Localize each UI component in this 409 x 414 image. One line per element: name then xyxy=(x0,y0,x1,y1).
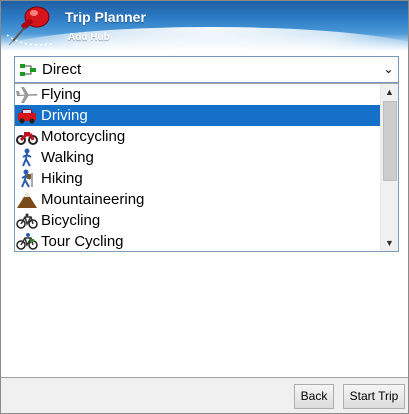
bicycle-icon xyxy=(16,213,38,229)
footer-bar: Back Start Trip xyxy=(1,377,408,413)
list-item-driving[interactable]: Driving xyxy=(15,105,381,126)
direct-route-icon xyxy=(20,64,36,76)
routing-mode-list[interactable]: Flying Driving Motorcycling Walking Hiki… xyxy=(14,83,399,252)
chevron-down-icon: ⌄ xyxy=(383,62,394,76)
list-scrollbar[interactable]: ▲ ▼ xyxy=(380,84,398,251)
back-button[interactable]: Back xyxy=(294,384,334,409)
list-item-label: Tour Cycling xyxy=(41,233,124,250)
list-item-label: Mountaineering xyxy=(41,191,145,208)
list-item-walking[interactable]: Walking xyxy=(15,147,381,168)
header-swoosh xyxy=(1,27,408,51)
list-item-label: Bicycling xyxy=(41,212,101,229)
motorcycle-icon xyxy=(16,132,38,145)
dropdown-button[interactable]: ⌄ xyxy=(380,58,397,81)
list-item-hiking[interactable]: Hiking xyxy=(15,168,381,189)
chevron-down-icon: ▼ xyxy=(385,238,394,248)
app-title: Trip Planner xyxy=(65,9,146,25)
list-item-label: Walking xyxy=(41,149,94,166)
chevron-up-icon: ▲ xyxy=(385,87,394,97)
push-pin-icon xyxy=(8,6,50,46)
page-subtitle: Add Hub xyxy=(68,32,110,43)
hiker-icon xyxy=(21,169,33,188)
list-item-label: Flying xyxy=(41,86,82,103)
list-item-motorcycling[interactable]: Motorcycling xyxy=(15,126,381,147)
list-item-bicycling[interactable]: Bicycling xyxy=(15,210,381,231)
mountain-icon xyxy=(17,192,37,208)
list-item-mountaineering[interactable]: Mountaineering xyxy=(15,189,381,210)
list-item-label: Motorcycling xyxy=(41,128,126,145)
scroll-down-button[interactable]: ▼ xyxy=(381,235,398,251)
scroll-up-button[interactable]: ▲ xyxy=(381,84,398,100)
routing-mode-value: Direct xyxy=(42,61,82,78)
walking-person-icon xyxy=(22,148,32,167)
routing-mode-select[interactable]: Direct ⌄ xyxy=(14,56,399,83)
car-icon xyxy=(18,109,36,124)
list-item-flying[interactable]: Flying xyxy=(15,84,381,105)
scroll-thumb[interactable] xyxy=(383,101,397,181)
start-trip-button[interactable]: Start Trip xyxy=(343,384,405,409)
list-item-label: Hiking xyxy=(41,170,83,187)
touring-bicycle-icon xyxy=(16,233,38,250)
header-banner: Trip Planner Add Hub xyxy=(1,1,408,51)
trip-planner-window: Trip Planner Add Hub Direct ⌄ Flying Dri… xyxy=(0,0,409,414)
list-item-tour-cycling[interactable]: Tour Cycling xyxy=(15,231,381,251)
list-item-label: Driving xyxy=(41,107,88,124)
airplane-icon xyxy=(16,87,37,103)
